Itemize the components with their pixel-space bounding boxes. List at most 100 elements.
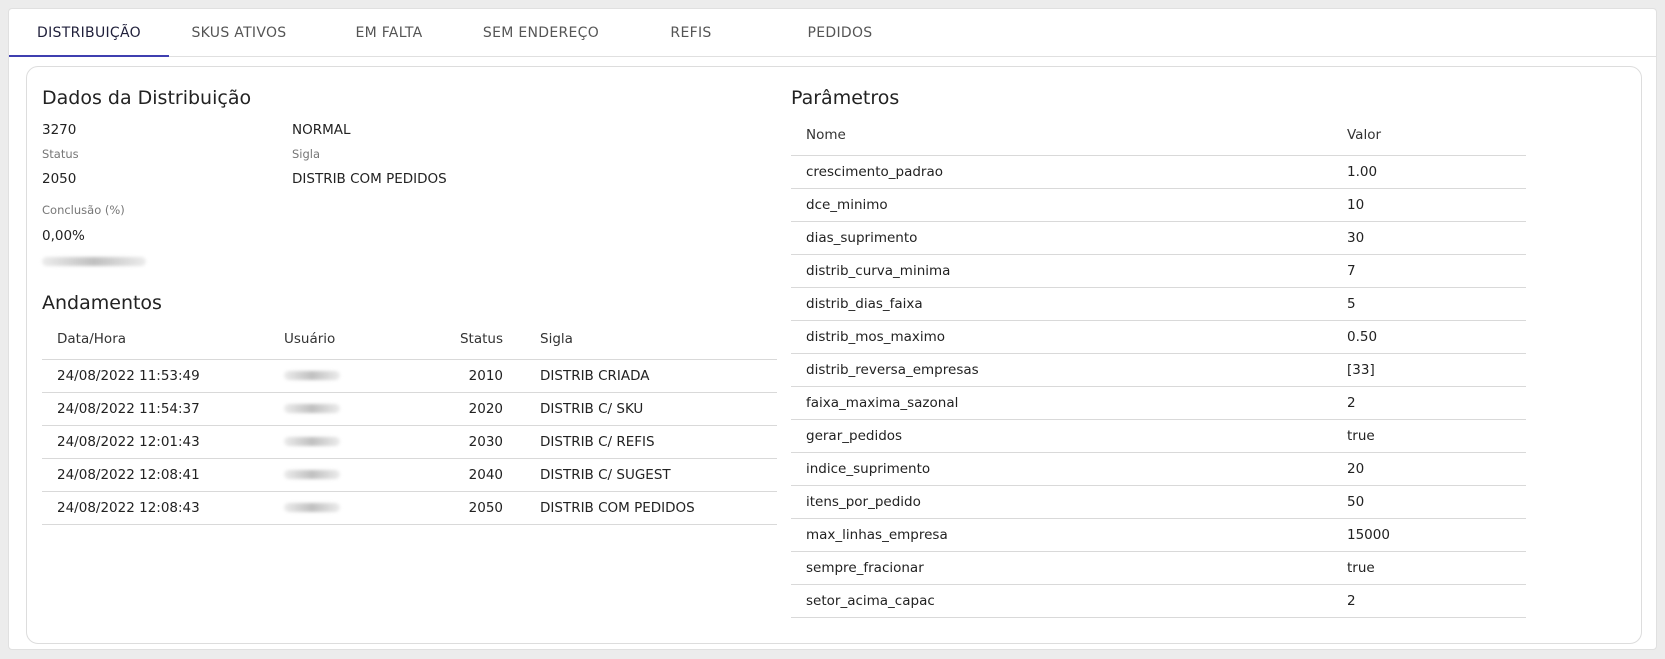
param-nome: distrib_reversa_empresas bbox=[791, 353, 1347, 387]
col-valor: Valor bbox=[1347, 116, 1526, 156]
tab-refis[interactable]: REFIS bbox=[611, 9, 771, 57]
tab-em-falta[interactable]: EM FALTA bbox=[309, 9, 469, 57]
andamentos-header-row: Data/Hora Usuário Status Sigla bbox=[42, 320, 777, 360]
parametros-title: Parâmetros bbox=[791, 87, 900, 109]
parametro-row: dce_minimo 10 bbox=[791, 188, 1526, 222]
redacted-user bbox=[284, 371, 340, 380]
andamentos-row: 24/08/2022 12:08:43 2050 DISTRIB COM PEDID… bbox=[42, 491, 777, 525]
redacted-user bbox=[284, 404, 340, 413]
conclusao-value: 0,00% bbox=[42, 228, 85, 244]
parametros-header-row: Nome Valor bbox=[791, 116, 1526, 156]
row-usuario bbox=[284, 425, 432, 459]
status-label: Status bbox=[42, 147, 79, 161]
param-nome: distrib_curva_minima bbox=[791, 254, 1347, 288]
tab-sem-endereco[interactable]: SEM ENDEREÇO bbox=[461, 9, 621, 57]
conclusao-label: Conclusão (%) bbox=[42, 203, 125, 217]
andamentos-row: 24/08/2022 12:01:43 2030 DISTRIB C/ REFIS bbox=[42, 425, 777, 459]
andamentos-row: 24/08/2022 11:54:37 2020 DISTRIB C/ SKU bbox=[42, 392, 777, 426]
param-valor: 20 bbox=[1347, 452, 1526, 486]
param-nome: gerar_pedidos bbox=[791, 419, 1347, 453]
param-valor: 1.00 bbox=[1347, 155, 1526, 189]
sigla-value: DISTRIB COM PEDIDOS bbox=[292, 171, 447, 187]
row-sigla: DISTRIB C/ REFIS bbox=[503, 425, 777, 459]
redacted-text bbox=[42, 257, 146, 266]
param-nome: setor_acima_capac bbox=[791, 584, 1347, 618]
param-valor: true bbox=[1347, 419, 1526, 453]
col-usuario: Usuário bbox=[284, 320, 432, 360]
parametro-row: distrib_reversa_empresas [33] bbox=[791, 353, 1526, 387]
content-card: Dados da Distribuição 3270 NORMAL Status… bbox=[26, 66, 1642, 644]
col-nome: Nome bbox=[791, 116, 1347, 156]
param-valor: true bbox=[1347, 551, 1526, 585]
parametro-row: setor_acima_capac 2 bbox=[791, 584, 1526, 618]
parametro-row: gerar_pedidos true bbox=[791, 419, 1526, 453]
status-value: 2050 bbox=[42, 171, 77, 187]
col-datahora: Data/Hora bbox=[42, 320, 284, 360]
parametro-row: indice_suprimento 20 bbox=[791, 452, 1526, 486]
parametro-row: distrib_curva_minima 7 bbox=[791, 254, 1526, 288]
row-datahora: 24/08/2022 11:53:49 bbox=[42, 359, 284, 393]
row-status: 2050 bbox=[432, 491, 503, 525]
param-valor: 10 bbox=[1347, 188, 1526, 222]
param-nome: indice_suprimento bbox=[791, 452, 1347, 486]
redacted-user bbox=[284, 503, 340, 512]
param-nome: dce_minimo bbox=[791, 188, 1347, 222]
andamentos-row: 24/08/2022 11:53:49 2010 DISTRIB CRIADA bbox=[42, 359, 777, 393]
row-usuario bbox=[284, 491, 432, 525]
tab-pedidos[interactable]: PEDIDOS bbox=[760, 9, 920, 57]
andamentos-row: 24/08/2022 12:08:41 2040 DISTRIB C/ SUGEST bbox=[42, 458, 777, 492]
tab-skus-ativos[interactable]: SKUS ATIVOS bbox=[159, 9, 319, 57]
param-nome: sempre_fracionar bbox=[791, 551, 1347, 585]
param-valor: 15000 bbox=[1347, 518, 1526, 552]
param-nome: dias_suprimento bbox=[791, 221, 1347, 255]
distribuicao-tipo: NORMAL bbox=[292, 122, 351, 138]
parametro-row: max_linhas_empresa 15000 bbox=[791, 518, 1526, 552]
row-status: 2020 bbox=[432, 392, 503, 426]
row-datahora: 24/08/2022 12:01:43 bbox=[42, 425, 284, 459]
row-sigla: DISTRIB COM PEDIDOS bbox=[503, 491, 777, 525]
dados-title: Dados da Distribuição bbox=[42, 87, 252, 109]
param-nome: distrib_dias_faixa bbox=[791, 287, 1347, 321]
redacted-user bbox=[284, 470, 340, 479]
parametro-row: itens_por_pedido 50 bbox=[791, 485, 1526, 519]
row-usuario bbox=[284, 392, 432, 426]
col-status: Status bbox=[432, 320, 503, 360]
parametro-row: distrib_mos_maximo 0.50 bbox=[791, 320, 1526, 354]
distribuicao-id: 3270 bbox=[42, 122, 77, 138]
andamentos-table: Data/Hora Usuário Status Sigla 24/08/202… bbox=[42, 320, 777, 525]
parametro-row: faixa_maxima_sazonal 2 bbox=[791, 386, 1526, 420]
param-valor: 0.50 bbox=[1347, 320, 1526, 354]
row-datahora: 24/08/2022 12:08:43 bbox=[42, 491, 284, 525]
row-sigla: DISTRIB C/ SUGEST bbox=[503, 458, 777, 492]
sigla-label: Sigla bbox=[292, 147, 321, 161]
row-usuario bbox=[284, 359, 432, 393]
param-nome: distrib_mos_maximo bbox=[791, 320, 1347, 354]
param-nome: itens_por_pedido bbox=[791, 485, 1347, 519]
row-usuario bbox=[284, 458, 432, 492]
tab-distribuicao[interactable]: DISTRIBUIÇÃO bbox=[9, 9, 169, 57]
row-status: 2010 bbox=[432, 359, 503, 393]
param-nome: faixa_maxima_sazonal bbox=[791, 386, 1347, 420]
row-sigla: DISTRIB C/ SKU bbox=[503, 392, 777, 426]
col-sigla: Sigla bbox=[503, 320, 777, 360]
parametro-row: dias_suprimento 30 bbox=[791, 221, 1526, 255]
param-valor: 5 bbox=[1347, 287, 1526, 321]
param-valor: 2 bbox=[1347, 584, 1526, 618]
row-sigla: DISTRIB CRIADA bbox=[503, 359, 777, 393]
tab-bar: DISTRIBUIÇÃO SKUS ATIVOS EM FALTA SEM EN… bbox=[9, 9, 1656, 57]
row-datahora: 24/08/2022 11:54:37 bbox=[42, 392, 284, 426]
parametros-table: Nome Valor crescimento_padrao 1.00 dce_min… bbox=[791, 116, 1526, 618]
parametro-row: sempre_fracionar true bbox=[791, 551, 1526, 585]
main-panel: DISTRIBUIÇÃO SKUS ATIVOS EM FALTA SEM EN… bbox=[8, 8, 1657, 650]
andamentos-title: Andamentos bbox=[42, 292, 162, 314]
row-datahora: 24/08/2022 12:08:41 bbox=[42, 458, 284, 492]
param-nome: max_linhas_empresa bbox=[791, 518, 1347, 552]
redacted-user bbox=[284, 437, 340, 446]
row-status: 2030 bbox=[432, 425, 503, 459]
param-valor: 7 bbox=[1347, 254, 1526, 288]
param-valor: 30 bbox=[1347, 221, 1526, 255]
param-valor: [33] bbox=[1347, 353, 1526, 387]
param-nome: crescimento_padrao bbox=[791, 155, 1347, 189]
param-valor: 50 bbox=[1347, 485, 1526, 519]
row-status: 2040 bbox=[432, 458, 503, 492]
